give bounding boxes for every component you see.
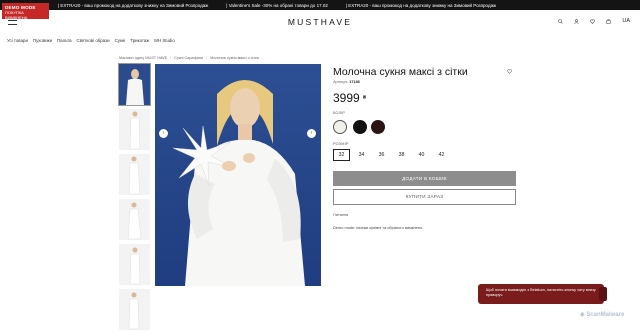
user-icon[interactable] (574, 18, 580, 24)
product-price: 3999 (333, 91, 360, 105)
size-option[interactable]: 40 (413, 149, 430, 161)
color-swatch-black[interactable] (353, 120, 367, 134)
add-to-cart-button[interactable]: ДОДАТИ В КОШИК (333, 171, 516, 186)
promo-item[interactable]: | EXTRA20 - ваш промокод на додаткову зн… (58, 3, 208, 8)
demo-note: Demo mode: кнопки купівлі та обраного ви… (333, 225, 424, 230)
header-actions: UA (558, 18, 630, 24)
size-option[interactable]: 42 (433, 149, 450, 161)
thumbnail-list (118, 63, 151, 331)
watermark-text: ScanMalware (586, 312, 625, 318)
site-logo[interactable]: MUSTHAVE (0, 17, 640, 27)
nav-item-all[interactable]: Усі товари (7, 38, 28, 43)
nav-item-dresses[interactable]: Сукні (115, 38, 126, 43)
nav-item-studio[interactable]: MH Studio (154, 38, 175, 43)
product-thumbnail[interactable] (118, 63, 151, 106)
product-thumbnail[interactable] (119, 109, 150, 150)
nav-item-down-jackets[interactable]: Пуховики (33, 38, 52, 43)
promo-item[interactable]: | EXTRA20 - ваш промокод на додаткову зн… (346, 3, 496, 8)
questions-link[interactable]: Питання (333, 212, 348, 217)
buy-now-button[interactable]: КУПИТИ ЗАРАЗ (333, 189, 516, 205)
size-option[interactable]: 32 (333, 149, 350, 161)
size-option[interactable]: 36 (373, 149, 390, 161)
breadcrumb-separator: / (206, 56, 208, 60)
search-icon[interactable] (558, 18, 564, 24)
breadcrumb-separator: / (170, 56, 172, 60)
currency-symbol: ₴ (363, 95, 367, 101)
cart-icon[interactable] (606, 18, 611, 24)
breadcrumb-item[interactable]: Магазин одягу MUST HAVE (119, 56, 167, 60)
heart-icon[interactable] (507, 69, 512, 76)
article-label: Артикул: (333, 80, 349, 84)
chat-toggle-button[interactable] (599, 287, 607, 301)
chat-text: Щоб почати взаємодію з Belakum, натисніт… (486, 288, 596, 297)
color-swatch-milk[interactable] (333, 120, 347, 134)
shield-icon: ◈ (580, 312, 585, 318)
product-main-image[interactable] (155, 64, 321, 286)
size-selector: 32 34 36 38 40 42 (333, 149, 453, 161)
product-article: Артикул: 17186 (333, 80, 360, 84)
breadcrumb: Магазин одягу MUST HAVE / Сукні Сарафани… (119, 56, 259, 60)
size-label: РОЗМІР (333, 142, 349, 146)
nav-item-knitwear[interactable]: Трикотаж (130, 38, 149, 43)
demo-mode-subtitle: ПОКУПКА ВИМКНЕНА (5, 10, 28, 20)
breadcrumb-item: Молочна сукня максі з сітки (210, 56, 259, 60)
demo-mode-badge: DEMO MODE ПОКУПКА ВИМКНЕНА (2, 3, 49, 20)
nav-item-holiday[interactable]: Святкові образи (77, 38, 110, 43)
size-option[interactable]: 34 (353, 149, 370, 161)
product-title: Молочна сукня максі з сітки (333, 66, 468, 78)
chat-popup[interactable]: Щоб почати взаємодію з Belakum, натисніт… (478, 284, 604, 304)
color-label: КОЛІР (333, 111, 346, 115)
promo-strip: | EXTRA20 - ваш промокод на додаткову зн… (0, 0, 640, 10)
nav-item-coats[interactable]: Пальта (57, 38, 72, 43)
article-value: 17186 (349, 80, 360, 84)
product-thumbnail[interactable] (119, 244, 150, 285)
color-swatch-dark[interactable] (371, 120, 385, 134)
product-thumbnail[interactable] (119, 199, 150, 240)
language-switch[interactable]: UA (622, 18, 630, 24)
main-nav: Усі товари Пуховики Пальта Святкові обра… (7, 38, 175, 43)
product-thumbnail[interactable] (119, 289, 150, 330)
breadcrumb-item[interactable]: Сукні Сарафани (174, 56, 203, 60)
previous-image-arrow[interactable]: ‹ (159, 129, 168, 138)
next-image-arrow[interactable]: › (307, 129, 316, 138)
watermark: ◈ ScanMalware (580, 311, 624, 318)
product-thumbnail[interactable] (119, 154, 150, 195)
site-header: MUSTHAVE UA (0, 10, 640, 34)
promo-item[interactable]: | Valentine's Sale -30% на обрані товари… (226, 3, 328, 8)
heart-icon[interactable] (590, 18, 596, 24)
size-option[interactable]: 38 (393, 149, 410, 161)
